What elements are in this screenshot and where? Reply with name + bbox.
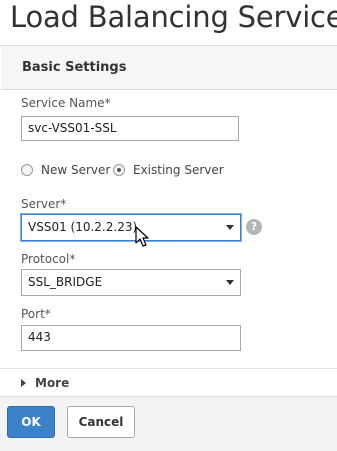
- service-name-label: Service Name*: [21, 96, 111, 110]
- new-server-radio[interactable]: [21, 164, 33, 176]
- question-circle-icon[interactable]: ?: [246, 219, 262, 235]
- cancel-button[interactable]: Cancel: [67, 406, 135, 438]
- service-name-input[interactable]: svc-VSS01-SSL: [21, 116, 239, 141]
- server-label: Server*: [21, 197, 67, 211]
- port-input[interactable]: 443: [21, 325, 241, 351]
- server-select[interactable]: VSS01 (10.2.2.23): [21, 214, 241, 241]
- section-header: Basic Settings: [1, 46, 337, 90]
- page-title: Load Balancing Service: [10, 0, 337, 34]
- existing-server-label[interactable]: Existing Server: [133, 163, 224, 177]
- more-label: More: [35, 376, 70, 390]
- protocol-select-value: SSL_BRIDGE: [28, 275, 103, 289]
- mouse-pointer-icon: [135, 226, 149, 247]
- protocol-select[interactable]: SSL_BRIDGE: [21, 269, 241, 296]
- server-select-value: VSS01 (10.2.2.23): [28, 220, 138, 234]
- new-server-label[interactable]: New Server: [41, 163, 110, 177]
- more-toggle[interactable]: More: [0, 368, 337, 397]
- chevron-down-icon: [226, 225, 234, 230]
- existing-server-radio[interactable]: [113, 164, 125, 176]
- footer-bar: OK Cancel: [0, 396, 337, 451]
- ok-button[interactable]: OK: [7, 406, 55, 438]
- protocol-label: Protocol*: [21, 252, 76, 266]
- chevron-right-icon: [21, 379, 26, 387]
- section-title: Basic Settings: [22, 60, 127, 75]
- port-label: Port*: [21, 307, 51, 321]
- settings-panel: Basic Settings Service Name* svc-VSS01-S…: [0, 45, 337, 451]
- chevron-down-icon: [226, 280, 234, 285]
